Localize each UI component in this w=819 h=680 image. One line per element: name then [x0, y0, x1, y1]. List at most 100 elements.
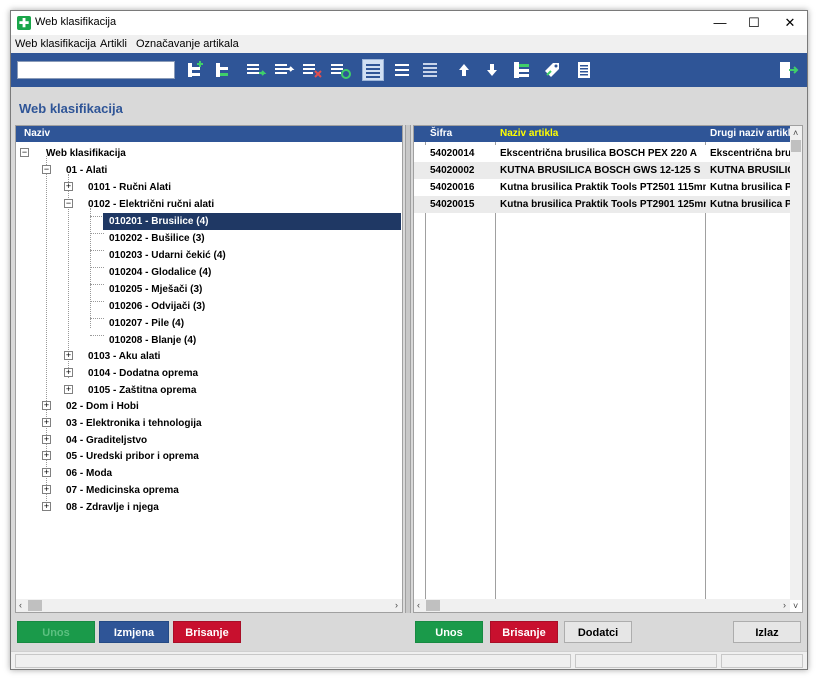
tag-icon[interactable]: [541, 59, 563, 81]
arrow-up-icon[interactable]: [453, 59, 475, 81]
tree-node-03[interactable]: +03 - Elektronika i tehnologija: [42, 415, 202, 432]
tree-node-root[interactable]: − Web klasifikacija: [20, 145, 126, 162]
menu-oznacavanje-artikala[interactable]: Označavanje artikala: [136, 38, 239, 50]
scroll-thumb[interactable]: [426, 600, 440, 611]
tree-node-010208[interactable]: 010208 - Blanje (4): [109, 332, 196, 349]
tree-node-label: 010201 - Brusilice (4): [109, 216, 209, 227]
tree-panel: Naziv − Web klasifikacija − 01 - Alati +01…: [15, 125, 403, 613]
table-row[interactable]: 54020016 Kutna brusilica Praktik Tools P…: [414, 179, 790, 196]
tree-node-07[interactable]: +07 - Medicinska oprema: [42, 482, 179, 499]
tree-node-alati[interactable]: − 01 - Alati: [42, 162, 107, 179]
right-delete-button[interactable]: Brisanje: [490, 621, 558, 643]
tree-node-08[interactable]: +08 - Zdravlje i njega: [42, 499, 159, 516]
tree-node-0104[interactable]: +0104 - Dodatna oprema: [64, 365, 198, 382]
expand-icon[interactable]: +: [64, 368, 73, 377]
column-naziv-artikla[interactable]: Naziv artikla: [496, 126, 706, 142]
add-child-node-icon[interactable]: [184, 59, 206, 81]
scroll-right-icon[interactable]: ›: [395, 599, 398, 611]
scroll-thumb[interactable]: [791, 140, 801, 152]
collapse-icon[interactable]: −: [20, 148, 29, 157]
expand-icon[interactable]: +: [42, 401, 51, 410]
tree-node-label: 08 - Zdravlje i njega: [66, 502, 159, 513]
insert-list-icon[interactable]: [273, 59, 295, 81]
view-wide-icon[interactable]: [420, 59, 442, 81]
tree-node-04[interactable]: +04 - Graditeljstvo: [42, 432, 147, 449]
tree-node-label: 0103 - Aku alati: [88, 351, 161, 362]
tree-node-label: 03 - Elektronika i tehnologija: [66, 418, 202, 429]
tree-node-010206[interactable]: 010206 - Odvijači (3): [109, 298, 205, 315]
tree-node-010201[interactable]: 010201 - Brusilice (4): [103, 213, 401, 230]
panel-splitter[interactable]: [405, 125, 411, 613]
minimize-button[interactable]: —: [703, 11, 737, 35]
view-normal-icon[interactable]: [392, 59, 414, 81]
tree-node-010204[interactable]: 010204 - Glodalice (4): [109, 264, 211, 281]
table-row[interactable]: 54020015 Kutna brusilica Praktik Tools P…: [414, 196, 790, 213]
expand-icon[interactable]: +: [42, 451, 51, 460]
grid-header: Šifra Naziv artikla Drugi naziv artikla: [414, 126, 790, 142]
tree-node-010202[interactable]: 010202 - Bušilice (3): [109, 230, 205, 247]
tree-node-010205[interactable]: 010205 - Mješači (3): [109, 281, 202, 298]
expand-icon[interactable]: +: [64, 182, 73, 191]
tree-node-label: 0105 - Zaštitna oprema: [88, 385, 197, 396]
tree-node-010207[interactable]: 010207 - Pile (4): [109, 315, 184, 332]
collapse-icon[interactable]: −: [64, 199, 73, 208]
tree-horizontal-scrollbar[interactable]: ‹ ›: [16, 599, 402, 612]
tree-node-0102[interactable]: − 0102 - Električni ručni alati: [64, 196, 214, 213]
tree-node-06[interactable]: +06 - Moda: [42, 465, 112, 482]
grid-horizontal-scrollbar[interactable]: ‹ ›: [414, 599, 790, 612]
table-row[interactable]: 54020002 KUTNA BRUSILICA BOSCH GWS 12-12…: [414, 162, 790, 179]
tree-node-0105[interactable]: +0105 - Zaštitna oprema: [64, 382, 196, 399]
move-list-right-icon[interactable]: [245, 59, 267, 81]
close-button[interactable]: ✕: [773, 11, 807, 35]
expand-icon[interactable]: +: [42, 435, 51, 444]
scroll-up-icon[interactable]: ˄: [793, 127, 798, 139]
scroll-down-icon[interactable]: ˅: [793, 600, 798, 612]
column-drugi-naziv[interactable]: Drugi naziv artikla: [706, 126, 790, 142]
expand-icon[interactable]: +: [64, 385, 73, 394]
tree-node-02[interactable]: +02 - Dom i Hobi: [42, 398, 139, 415]
tree-header: Naziv: [16, 126, 402, 142]
tree-structure-icon[interactable]: [511, 59, 533, 81]
expand-icon[interactable]: +: [64, 351, 73, 360]
scroll-thumb[interactable]: [28, 600, 42, 611]
collapse-icon[interactable]: −: [42, 165, 51, 174]
scroll-left-icon[interactable]: ‹: [417, 599, 420, 611]
column-sifra[interactable]: Šifra: [426, 126, 496, 142]
tree-node-0101[interactable]: +0101 - Ručni Alati: [64, 179, 171, 196]
maximize-button[interactable]: ☐: [737, 11, 771, 35]
tree-node-010203[interactable]: 010203 - Udarni čekić (4): [109, 247, 226, 264]
exit-button[interactable]: Izlaz: [733, 621, 801, 643]
edit-button[interactable]: Izmjena: [99, 621, 169, 643]
tree-line: [90, 301, 104, 302]
expand-icon[interactable]: +: [42, 468, 51, 477]
cell-sifra: 54020002: [430, 165, 475, 176]
menu-artikli[interactable]: Artikli: [100, 38, 127, 50]
add-node-icon[interactable]: [212, 59, 234, 81]
cell-drugi-naziv: KUTNA BRUSILIC: [710, 165, 790, 176]
refresh-list-icon[interactable]: [329, 59, 351, 81]
search-input[interactable]: [17, 61, 175, 79]
arrow-down-icon[interactable]: [481, 59, 503, 81]
grid-vertical-scrollbar[interactable]: ˄ ˅: [790, 126, 802, 611]
table-row[interactable]: 54020014 Ekscentrična brusilica BOSCH PE…: [414, 145, 790, 162]
document-icon[interactable]: [573, 59, 595, 81]
tree-node-0103[interactable]: +0103 - Aku alati: [64, 348, 160, 365]
left-add-button[interactable]: Unos: [17, 621, 95, 643]
right-add-button[interactable]: Unos: [415, 621, 483, 643]
expand-icon[interactable]: +: [42, 418, 51, 427]
tree-node-05[interactable]: +05 - Uredski pribor i oprema: [42, 448, 199, 465]
view-compact-icon[interactable]: [362, 59, 384, 81]
cell-naziv: KUTNA BRUSILICA BOSCH GWS 12-125 S: [500, 165, 701, 176]
menu-bar: Web klasifikacija Artikli Označavanje ar…: [11, 35, 807, 53]
addons-button[interactable]: Dodatci: [564, 621, 632, 643]
delete-list-icon[interactable]: [301, 59, 323, 81]
cell-drugi-naziv: Kutna brusilica P: [710, 199, 790, 210]
expand-icon[interactable]: +: [42, 502, 51, 511]
exit-icon[interactable]: [777, 59, 799, 81]
menu-web-klasifikacija[interactable]: Web klasifikacija: [15, 38, 96, 50]
expand-icon[interactable]: +: [42, 485, 51, 494]
scroll-left-icon[interactable]: ‹: [19, 599, 22, 611]
page-title: Web klasifikacija: [19, 101, 123, 116]
left-delete-button[interactable]: Brisanje: [173, 621, 241, 643]
scroll-right-icon[interactable]: ›: [783, 599, 786, 611]
